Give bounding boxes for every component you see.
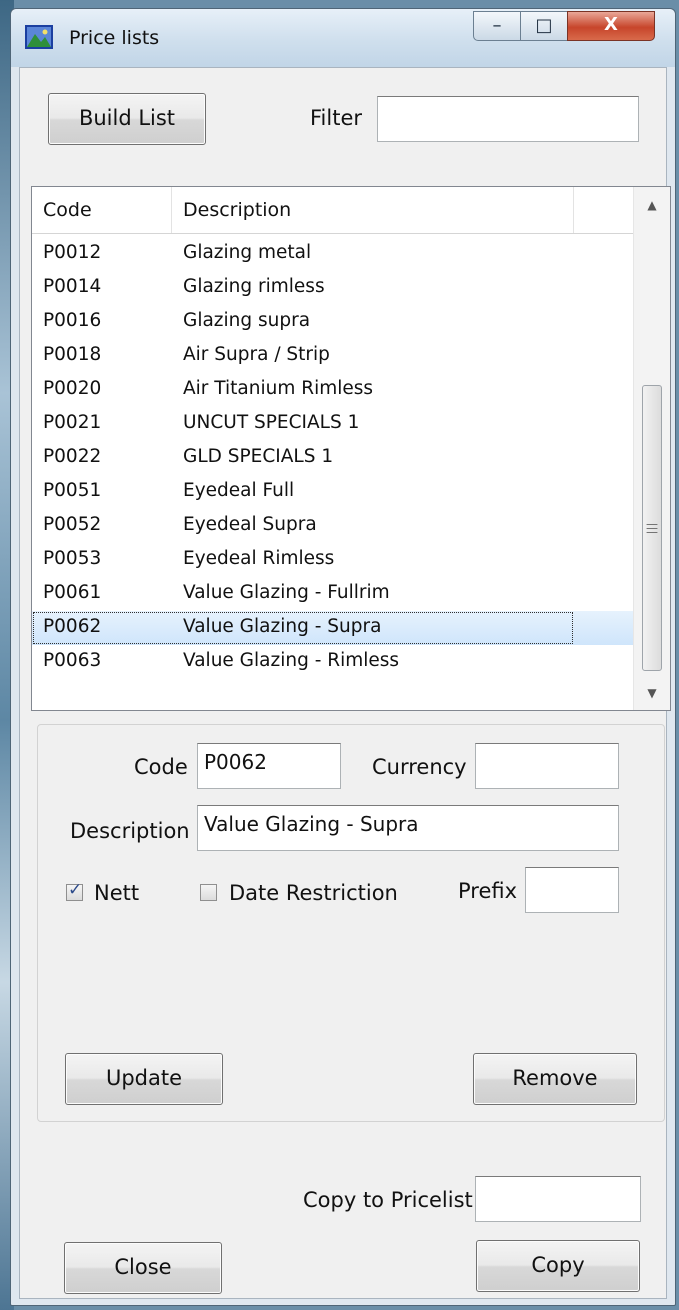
table-row[interactable]: P0061 Value Glazing - Fullrim bbox=[32, 577, 634, 611]
row-description: UNCUT SPECIALS 1 bbox=[183, 412, 360, 433]
build-list-label: Build List bbox=[78, 106, 176, 130]
remove-button[interactable]: Remove bbox=[473, 1053, 637, 1105]
maximize-icon: □ bbox=[535, 15, 553, 36]
row-description: GLD SPECIALS 1 bbox=[183, 446, 334, 467]
details-panel: Code P0062 Currency Description Value Gl… bbox=[37, 724, 665, 1122]
date-restriction-label[interactable]: Date Restriction bbox=[229, 881, 398, 905]
scrollbar-thumb[interactable]: — — — bbox=[642, 385, 662, 671]
row-code: P0063 bbox=[43, 650, 102, 671]
row-description: Eyedeal Supra bbox=[183, 514, 317, 535]
row-code: P0014 bbox=[43, 276, 102, 297]
copy-to-pricelist-input[interactable] bbox=[475, 1176, 641, 1222]
description-input[interactable]: Value Glazing - Supra bbox=[197, 805, 619, 851]
row-description: Value Glazing - Supra bbox=[183, 616, 382, 637]
window-client-area: Build List Filter Code Description P0012… bbox=[19, 67, 671, 1299]
date-restriction-checkbox[interactable] bbox=[200, 884, 217, 901]
checkmark-icon: ✓ bbox=[68, 880, 83, 900]
table-row[interactable]: P0052 Eyedeal Supra bbox=[32, 509, 634, 543]
table-row[interactable]: P0012 Glazing metal bbox=[32, 237, 634, 271]
table-row[interactable]: P0051 Eyedeal Full bbox=[32, 475, 634, 509]
row-description: Glazing supra bbox=[183, 310, 311, 331]
currency-label: Currency bbox=[372, 755, 467, 779]
row-code: P0021 bbox=[43, 412, 102, 433]
minimize-button[interactable]: – bbox=[473, 11, 521, 41]
row-description: Value Glazing - Rimless bbox=[183, 650, 400, 671]
row-code: P0012 bbox=[43, 242, 102, 263]
update-label: Update bbox=[105, 1066, 183, 1090]
table-row[interactable]: P0020 Air Titanium Rimless bbox=[32, 373, 634, 407]
code-label: Code bbox=[134, 755, 188, 779]
row-code: P0016 bbox=[43, 310, 102, 331]
row-code: P0053 bbox=[43, 548, 102, 569]
table-row[interactable]: P0021 UNCUT SPECIALS 1 bbox=[32, 407, 634, 441]
filter-input[interactable] bbox=[377, 96, 639, 142]
row-code: P0020 bbox=[43, 378, 102, 399]
row-description: Air Supra / Strip bbox=[183, 344, 330, 365]
table-rows: P0012 Glazing metal P0014 Glazing rimless P0… bbox=[32, 237, 634, 679]
price-list-table[interactable]: Code Description P0012 Glazing metal P0014… bbox=[31, 186, 671, 711]
row-code: P0062 bbox=[43, 616, 102, 637]
row-description: Glazing metal bbox=[183, 242, 312, 263]
row-code: P0052 bbox=[43, 514, 102, 535]
update-button[interactable]: Update bbox=[65, 1053, 223, 1105]
copy-button[interactable]: Copy bbox=[476, 1240, 640, 1292]
table-row[interactable]: P0016 Glazing supra bbox=[32, 305, 634, 339]
row-description: Glazing rimless bbox=[183, 276, 325, 297]
table-row[interactable]: P0053 Eyedeal Rimless bbox=[32, 543, 634, 577]
currency-input[interactable] bbox=[475, 743, 619, 789]
build-list-button[interactable]: Build List bbox=[48, 93, 206, 145]
copy-to-pricelist-label: Copy to Pricelist bbox=[303, 1188, 473, 1212]
row-code: P0022 bbox=[43, 446, 102, 467]
scroll-up-icon[interactable]: ▲ bbox=[634, 191, 670, 219]
nett-checkbox[interactable]: ✓ bbox=[66, 880, 83, 901]
row-code: P0018 bbox=[43, 344, 102, 365]
row-description: Value Glazing - Fullrim bbox=[183, 582, 390, 603]
row-code: P0061 bbox=[43, 582, 102, 603]
row-description: Eyedeal Full bbox=[183, 480, 295, 501]
table-row[interactable]: P0063 Value Glazing - Rimless bbox=[32, 645, 634, 679]
maximize-button[interactable]: □ bbox=[520, 11, 568, 41]
description-label: Description bbox=[70, 819, 190, 843]
table-row[interactable]: P0018 Air Supra / Strip bbox=[32, 339, 634, 373]
vertical-scrollbar[interactable]: ▲ — — — ▼ bbox=[633, 187, 670, 710]
window-title: Price lists bbox=[69, 27, 160, 49]
close-icon: X bbox=[604, 14, 618, 35]
filter-label: Filter bbox=[310, 106, 363, 130]
prefix-label: Prefix bbox=[458, 879, 518, 903]
table-row[interactable]: P0062 Value Glazing - Supra bbox=[32, 611, 634, 645]
row-description: Air Titanium Rimless bbox=[183, 378, 374, 399]
price-lists-window: Price lists – □ X Build List Filter Code… bbox=[10, 8, 676, 1306]
table-header: Code Description bbox=[32, 187, 634, 234]
code-input[interactable]: P0062 bbox=[197, 743, 341, 789]
close-label: Close bbox=[114, 1255, 172, 1279]
title-bar[interactable]: Price lists – □ X bbox=[11, 9, 675, 67]
table-row[interactable]: P0014 Glazing rimless bbox=[32, 271, 634, 305]
close-button[interactable]: Close bbox=[64, 1242, 222, 1294]
grip-icon: — — — bbox=[646, 517, 658, 539]
column-header-description[interactable]: Description bbox=[172, 187, 574, 233]
nett-label[interactable]: Nett bbox=[94, 881, 139, 905]
scroll-down-icon[interactable]: ▼ bbox=[634, 679, 670, 707]
column-header-code[interactable]: Code bbox=[32, 187, 172, 233]
row-description: Eyedeal Rimless bbox=[183, 548, 335, 569]
remove-label: Remove bbox=[512, 1066, 598, 1090]
column-header-filler bbox=[574, 187, 634, 233]
row-code: P0051 bbox=[43, 480, 102, 501]
minimize-icon: – bbox=[492, 15, 502, 36]
copy-label: Copy bbox=[531, 1253, 585, 1277]
app-icon bbox=[25, 25, 53, 49]
close-window-button[interactable]: X bbox=[567, 11, 655, 41]
prefix-input[interactable] bbox=[525, 867, 619, 913]
table-row[interactable]: P0022 GLD SPECIALS 1 bbox=[32, 441, 634, 475]
